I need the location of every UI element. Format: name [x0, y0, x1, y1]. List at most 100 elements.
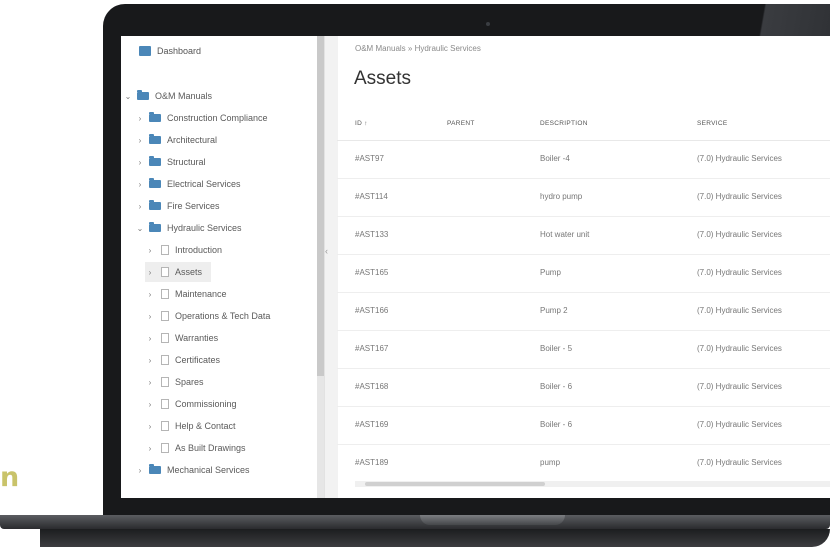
cell-id: #AST114	[355, 192, 388, 201]
folder-icon	[149, 156, 161, 166]
page-icon	[161, 355, 169, 365]
cell-description: Boiler - 6	[540, 382, 573, 391]
scrollbar-thumb[interactable]	[317, 36, 324, 376]
cell-id: #AST165	[355, 268, 389, 277]
sidebar-item-label: O&M Manuals	[155, 91, 213, 101]
page-icon	[161, 377, 169, 387]
table-row[interactable]: #AST166 Pump 2 (7.0) Hydraulic Services	[337, 292, 830, 331]
chevron-right-icon[interactable]: ›	[145, 246, 155, 255]
sidebar-item-help-contact[interactable]: › Help & Contact	[145, 416, 236, 436]
cell-service: (7.0) Hydraulic Services	[697, 420, 782, 429]
sidebar-item-label: Mechanical Services	[167, 465, 250, 475]
table-row[interactable]: #AST165 Pump (7.0) Hydraulic Services	[337, 254, 830, 293]
collapse-sidebar-icon[interactable]: ‹	[325, 246, 328, 256]
page-icon	[161, 245, 169, 255]
sidebar-item-label: Certificates	[175, 355, 221, 365]
chevron-right-icon[interactable]: ›	[145, 444, 155, 453]
chevron-right-icon[interactable]: ›	[135, 114, 145, 123]
table-row[interactable]: #AST189 pump (7.0) Hydraulic Services	[337, 444, 830, 482]
cell-id: #AST168	[355, 382, 389, 391]
sidebar-item-label: Introduction	[175, 245, 223, 255]
horizontal-scrollbar[interactable]	[355, 481, 830, 487]
table-row[interactable]: #AST133 Hot water unit (7.0) Hydraulic S…	[337, 216, 830, 255]
laptop-notch	[420, 515, 565, 525]
sidebar-item-assets[interactable]: › Assets	[145, 262, 211, 282]
sidebar-item-maintenance[interactable]: › Maintenance	[145, 284, 227, 304]
breadcrumb[interactable]: O&M Manuals » Hydraulic Services	[355, 44, 481, 53]
table-row[interactable]: #AST97 Boiler -4 (7.0) Hydraulic Service…	[337, 140, 830, 179]
column-header-service[interactable]: SERVICE	[697, 120, 728, 127]
laptop-base-under	[40, 529, 830, 547]
cell-description: Boiler - 5	[540, 344, 573, 353]
chevron-down-icon[interactable]: ⌄	[135, 224, 145, 233]
sidebar-item-label: Maintenance	[175, 289, 227, 299]
page-icon	[161, 267, 169, 277]
sidebar-item-architectural[interactable]: › Architectural	[135, 130, 217, 150]
page-icon	[161, 311, 169, 321]
dashboard-icon	[139, 46, 151, 56]
folder-icon	[149, 134, 161, 144]
column-header-description[interactable]: DESCRIPTION	[540, 120, 588, 127]
sidebar-item-label: Hydraulic Services	[167, 223, 242, 233]
dashboard-label: Dashboard	[157, 46, 202, 56]
chevron-right-icon[interactable]: ›	[135, 466, 145, 475]
sidebar-item-label: Architectural	[167, 135, 218, 145]
column-header-parent[interactable]: PARENT	[447, 120, 475, 127]
chevron-right-icon[interactable]: ›	[135, 158, 145, 167]
sidebar-scrollbar[interactable]	[317, 36, 324, 498]
chevron-down-icon[interactable]: ⌄	[123, 92, 133, 101]
sidebar-item-label: As Built Drawings	[175, 443, 246, 453]
chevron-right-icon[interactable]: ›	[135, 180, 145, 189]
sidebar-item-spares[interactable]: › Spares	[145, 372, 204, 392]
sidebar-item-as-built-drawings[interactable]: › As Built Drawings	[145, 438, 246, 458]
sidebar-item-construction-compliance[interactable]: › Construction Compliance	[135, 108, 268, 128]
sidebar-item-om-manuals[interactable]: ⌄ O&M Manuals	[123, 86, 212, 106]
table-row[interactable]: #AST168 Boiler - 6 (7.0) Hydraulic Servi…	[337, 368, 830, 407]
page-icon	[161, 421, 169, 431]
sidebar-item-structural[interactable]: › Structural	[135, 152, 206, 172]
chevron-right-icon[interactable]: ›	[145, 378, 155, 387]
folder-icon	[149, 200, 161, 210]
cell-service: (7.0) Hydraulic Services	[697, 154, 782, 163]
sidebar-item-warranties[interactable]: › Warranties	[145, 328, 218, 348]
chevron-right-icon[interactable]: ›	[145, 290, 155, 299]
column-header-id[interactable]: ID ↑	[355, 120, 368, 127]
sidebar-item-electrical-services[interactable]: › Electrical Services	[135, 174, 241, 194]
table-row[interactable]: #AST167 Boiler - 5 (7.0) Hydraulic Servi…	[337, 330, 830, 369]
chevron-right-icon[interactable]: ›	[145, 312, 155, 321]
sidebar-item-operations-tech-data[interactable]: › Operations & Tech Data	[145, 306, 270, 326]
cell-id: #AST133	[355, 230, 389, 239]
sidebar-item-mechanical-services[interactable]: › Mechanical Services	[135, 460, 250, 480]
sidebar-item-introduction[interactable]: › Introduction	[145, 240, 222, 260]
sidebar-item-hydraulic-services[interactable]: ⌄ Hydraulic Services	[135, 218, 242, 238]
cell-id: #AST166	[355, 306, 389, 315]
sidebar-item-label: Spares	[175, 377, 204, 387]
sidebar-item-dashboard[interactable]: Dashboard	[139, 46, 201, 56]
chevron-right-icon[interactable]: ›	[135, 136, 145, 145]
sidebar-item-certificates[interactable]: › Certificates	[145, 350, 220, 370]
folder-icon	[149, 464, 161, 474]
chevron-right-icon[interactable]: ›	[145, 422, 155, 431]
cell-description: Pump 2	[540, 306, 568, 315]
laptop-base-top	[0, 515, 830, 529]
scrollbar-thumb[interactable]	[365, 482, 545, 486]
sidebar-splitter[interactable]	[324, 36, 338, 498]
cell-description: Boiler -4	[540, 154, 570, 163]
chevron-right-icon[interactable]: ›	[145, 400, 155, 409]
cell-id: #AST169	[355, 420, 389, 429]
accent-text: n	[0, 462, 20, 493]
sidebar-item-label: Warranties	[175, 333, 219, 343]
chevron-right-icon[interactable]: ›	[135, 202, 145, 211]
sidebar-item-commissioning[interactable]: › Commissioning	[145, 394, 237, 414]
table-row[interactable]: #AST114 hydro pump (7.0) Hydraulic Servi…	[337, 178, 830, 217]
screen-glare	[690, 4, 830, 38]
sidebar-item-fire-services[interactable]: › Fire Services	[135, 196, 220, 216]
cell-service: (7.0) Hydraulic Services	[697, 458, 782, 467]
cell-service: (7.0) Hydraulic Services	[697, 306, 782, 315]
chevron-right-icon[interactable]: ›	[145, 268, 155, 277]
chevron-right-icon[interactable]: ›	[145, 334, 155, 343]
table-row[interactable]: #AST169 Boiler - 6 (7.0) Hydraulic Servi…	[337, 406, 830, 445]
sidebar-item-label: Electrical Services	[167, 179, 241, 189]
chevron-right-icon[interactable]: ›	[145, 356, 155, 365]
sidebar-item-label: Operations & Tech Data	[175, 311, 271, 321]
